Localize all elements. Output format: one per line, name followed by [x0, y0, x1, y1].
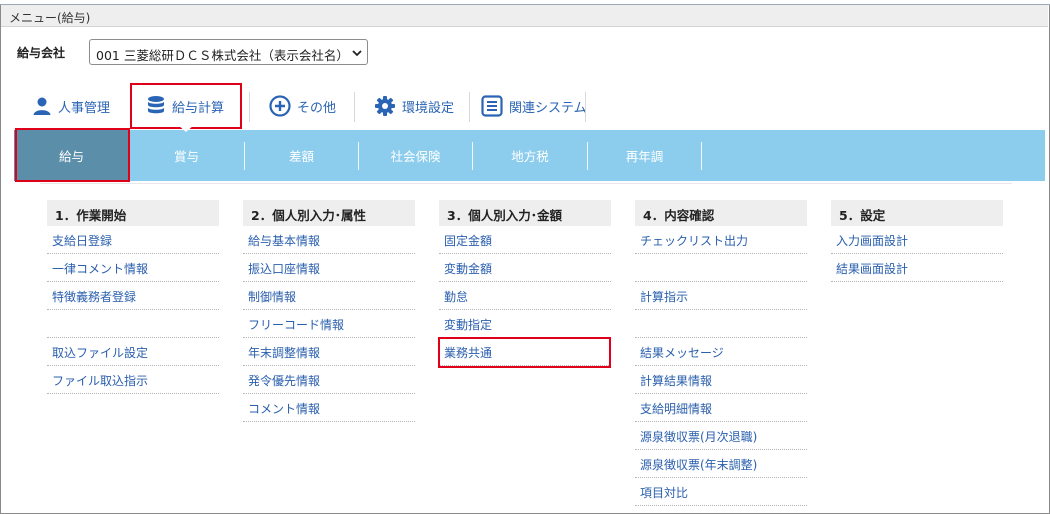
tab-kankyo-settei[interactable]: 環境設定	[374, 90, 454, 122]
column-header: 5．設定	[831, 200, 1003, 226]
plus-circle-icon	[269, 95, 291, 117]
tab-kanren-system[interactable]: 関連システム	[481, 90, 587, 122]
column-header: 2．個人別入力･属性	[243, 200, 415, 226]
company-select-value: 001 三菱総研ＤＣＳ株式会社（表示会社名）	[96, 48, 349, 63]
tab-separator	[469, 92, 470, 122]
list-box-icon	[481, 95, 503, 117]
menu-link[interactable]: 年末調整情報	[243, 338, 415, 366]
menu-column-naiyo-kakunin: 4．内容確認 チェックリスト出力 計算指示 結果メッセージ 計算結果情報 支給明…	[635, 200, 807, 506]
company-select[interactable]: 001 三菱総研ＤＣＳ株式会社（表示会社名）	[89, 39, 368, 65]
menu-link[interactable]: 特徴義務者登録	[47, 282, 219, 310]
window-title: メニュー(給与)	[9, 11, 91, 25]
active-tab-pointer	[178, 125, 194, 132]
menu-link[interactable]: 給与基本情報	[243, 226, 415, 254]
menu-empty-row	[635, 310, 807, 338]
highlight-box	[130, 83, 242, 129]
menu-empty-row	[635, 254, 807, 282]
menu-link[interactable]: 振込口座情報	[243, 254, 415, 282]
column-header: 3．個人別入力･金額	[439, 200, 611, 226]
menu-link[interactable]: 計算指示	[635, 282, 807, 310]
menu-link[interactable]: 項目対比	[635, 478, 807, 506]
menu-link[interactable]: 取込ファイル設定	[47, 338, 219, 366]
subtab-chihozei[interactable]: 地方税	[473, 130, 587, 181]
menu-column-settei: 5．設定 入力画面設計 結果画面設計	[831, 200, 1003, 282]
menu-link[interactable]: ファイル取込指示	[47, 366, 219, 394]
content-divider	[40, 183, 1012, 184]
menu-link[interactable]: 入力画面設計	[831, 226, 1003, 254]
menu-link[interactable]: 結果メッセージ	[635, 338, 807, 366]
menu-column-kojin-zokusei: 2．個人別入力･属性 給与基本情報 振込口座情報 制御情報 フリーコード情報 年…	[243, 200, 415, 422]
menu-link[interactable]: 源泉徴収票(月次退職)	[635, 422, 807, 450]
menu-link[interactable]: 支給明細情報	[635, 394, 807, 422]
tab-label: 環境設定	[402, 100, 455, 116]
menu-link[interactable]: 計算結果情報	[635, 366, 807, 394]
title-bar: メニュー(給与)	[1, 5, 1048, 27]
menu-link[interactable]: 変動指定	[439, 310, 611, 338]
column-header: 4．内容確認	[635, 200, 807, 226]
tab-separator	[249, 92, 250, 122]
company-label: 給与会社	[17, 46, 66, 60]
chevron-down-icon	[352, 50, 362, 57]
subtab-sagaku[interactable]: 差額	[245, 130, 358, 181]
menu-link[interactable]: 結果画面設計	[831, 254, 1003, 282]
menu-link[interactable]: 源泉徴収票(年末調整)	[635, 450, 807, 478]
menu-link[interactable]: 支給日登録	[47, 226, 219, 254]
subtab-separator	[701, 142, 702, 170]
highlight-box	[438, 337, 611, 368]
gear-icon	[375, 96, 395, 116]
menu-link[interactable]: フリーコード情報	[243, 310, 415, 338]
subtab-shoyo[interactable]: 賞与	[129, 130, 244, 181]
menu-link[interactable]: 一律コメント情報	[47, 254, 219, 282]
tab-label: 関連システム	[509, 100, 587, 116]
menu-link[interactable]: 勤怠	[439, 282, 611, 310]
menu-link[interactable]: 変動金額	[439, 254, 611, 282]
menu-empty-row	[47, 310, 219, 338]
tab-label: 人事管理	[58, 100, 111, 116]
menu-link[interactable]: 固定金額	[439, 226, 611, 254]
highlight-box	[15, 128, 130, 182]
tab-separator	[585, 92, 586, 122]
menu-link[interactable]: 発令優先情報	[243, 366, 415, 394]
sub-tab-bar: 給与 賞与 差額 社会保険 地方税 再年調	[14, 130, 1045, 181]
menu-link[interactable]: チェックリスト出力	[635, 226, 807, 254]
menu-column-sagyo-kaishi: 1．作業開始 支給日登録 一律コメント情報 特徴義務者登録 取込ファイル設定 フ…	[47, 200, 219, 394]
menu-link[interactable]: コメント情報	[243, 394, 415, 422]
tab-jinji-kanri[interactable]: 人事管理	[32, 90, 110, 122]
tab-sonota[interactable]: その他	[269, 90, 336, 122]
column-header: 1．作業開始	[47, 200, 219, 226]
person-icon	[33, 97, 51, 115]
menu-link[interactable]: 制御情報	[243, 282, 415, 310]
subtab-sainencho[interactable]: 再年調	[588, 130, 701, 181]
tab-label: その他	[297, 100, 337, 116]
subtab-shakai-hoken[interactable]: 社会保険	[359, 130, 472, 181]
tab-separator	[354, 92, 355, 122]
